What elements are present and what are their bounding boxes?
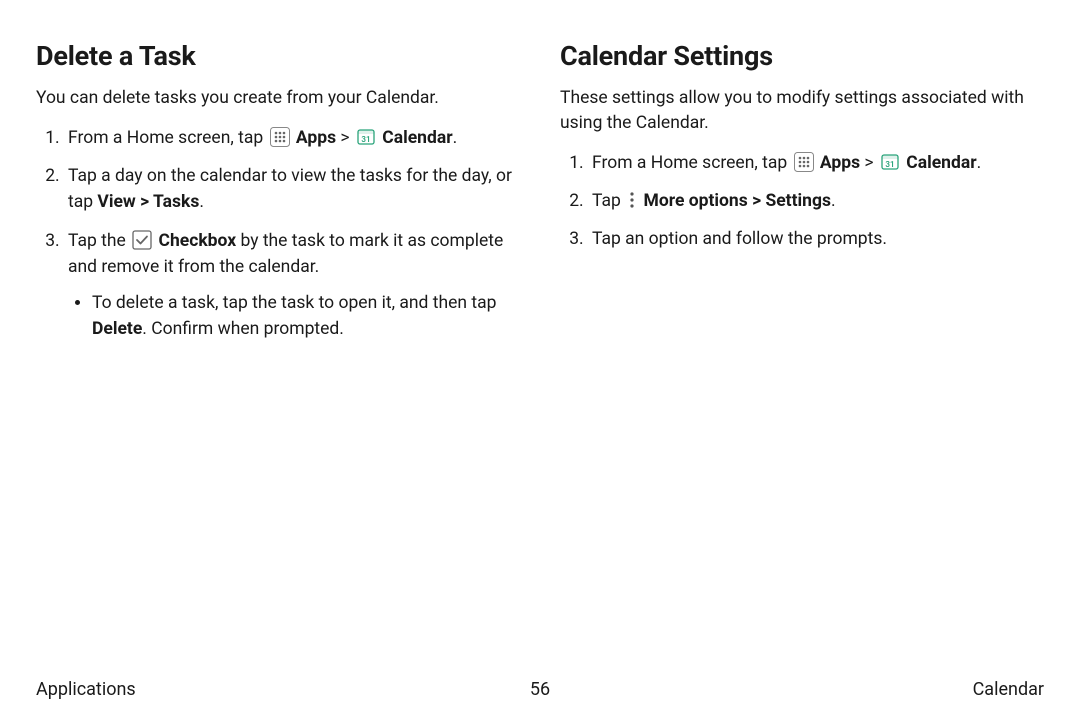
text: From a Home screen, tap	[68, 128, 268, 148]
step-3: Tap an option and follow the prompts.	[588, 226, 1044, 252]
text: .	[831, 191, 836, 211]
calendar-label: Calendar	[382, 128, 452, 148]
view-tasks-label: View > Tasks	[97, 192, 199, 212]
step-1: From a Home screen, tap Apps > 31	[64, 125, 520, 151]
step-2: Tap More options > Settings.	[588, 188, 1044, 214]
step-3: Tap the Checkbox by the task to mark it …	[64, 228, 520, 343]
right-column: Calendar Settings These settings allow y…	[540, 40, 1044, 660]
calendar-icon: 31	[880, 152, 900, 172]
apps-grid-icon	[270, 127, 290, 147]
step-2: Tap a day on the calendar to view the ta…	[64, 163, 520, 216]
more-options-icon	[627, 190, 637, 210]
text: Tap the	[68, 231, 130, 251]
intro-calendar-settings: These settings allow you to modify setti…	[560, 86, 1044, 136]
apps-grid-icon	[794, 152, 814, 172]
text: .	[453, 128, 458, 148]
footer-page-number: 56	[36, 679, 1044, 700]
sep: >	[336, 128, 354, 148]
text: . Confirm when prompted.	[142, 319, 344, 339]
more-options-label: More options	[644, 191, 748, 211]
heading-calendar-settings: Calendar Settings	[560, 40, 1044, 72]
svg-text:31: 31	[361, 135, 370, 144]
text: To delete a task, tap the task to open i…	[92, 293, 496, 313]
text: Tap	[592, 191, 625, 211]
page-content: Delete a Task You can delete tasks you c…	[0, 0, 1080, 660]
sub-bullets: To delete a task, tap the task to open i…	[68, 290, 520, 343]
delete-label: Delete	[92, 319, 142, 339]
heading-delete-task: Delete a Task	[36, 40, 520, 72]
steps-calendar-settings: From a Home screen, tap Apps > 31	[560, 150, 1044, 253]
checkbox-icon	[132, 230, 152, 250]
left-column: Delete a Task You can delete tasks you c…	[36, 40, 540, 660]
step-1: From a Home screen, tap Apps > 31	[588, 150, 1044, 176]
settings-label: Settings	[765, 191, 831, 211]
checkbox-label: Checkbox	[159, 231, 237, 251]
text: From a Home screen, tap	[592, 153, 792, 173]
apps-label: Apps	[296, 128, 336, 148]
calendar-icon: 31	[356, 127, 376, 147]
svg-text:31: 31	[885, 160, 894, 169]
sep: >	[860, 153, 878, 173]
apps-label: Apps	[820, 153, 860, 173]
text: .	[199, 192, 204, 212]
sep: >	[748, 191, 766, 211]
text: .	[977, 153, 982, 173]
calendar-label: Calendar	[906, 153, 976, 173]
sub-bullet-1: To delete a task, tap the task to open i…	[92, 290, 520, 343]
intro-delete-task: You can delete tasks you create from you…	[36, 86, 520, 111]
page-footer: Applications 56 Calendar	[36, 679, 1044, 700]
steps-delete-task: From a Home screen, tap Apps > 31	[36, 125, 520, 343]
